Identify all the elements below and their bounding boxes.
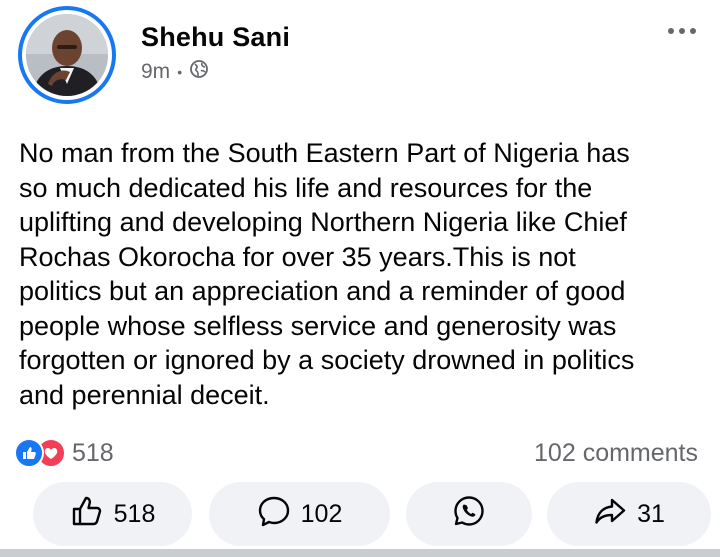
more-options-button[interactable] <box>668 28 696 34</box>
like-button[interactable]: 518 <box>33 482 192 546</box>
comment-bubble-icon <box>257 494 291 535</box>
more-horizontal-icon <box>668 28 674 34</box>
comment-button[interactable]: 102 <box>209 482 390 546</box>
more-dot <box>679 28 685 34</box>
facebook-post: Shehu Sani 9m • No man from the South Ea… <box>0 0 720 557</box>
share-button[interactable]: 31 <box>547 482 711 546</box>
post-actions: 518 102 31 <box>0 482 720 546</box>
whatsapp-icon <box>452 494 486 535</box>
like-count: 518 <box>113 499 156 528</box>
reaction-icons <box>14 438 66 468</box>
share-count: 31 <box>637 499 665 528</box>
like-reaction-icon <box>14 438 44 468</box>
globe-icon <box>189 59 209 85</box>
reactions-summary[interactable]: 518 <box>14 438 114 468</box>
comment-count: 102 <box>300 499 343 528</box>
whatsapp-share-button[interactable] <box>406 482 532 546</box>
post-timestamp[interactable]: 9m <box>141 60 170 84</box>
author-name[interactable]: Shehu Sani <box>141 22 290 53</box>
reaction-count: 518 <box>72 438 114 467</box>
more-dot <box>690 28 696 34</box>
thumbs-up-icon <box>70 494 104 535</box>
share-arrow-icon <box>593 494 627 535</box>
meta-separator: • <box>177 64 183 80</box>
avatar[interactable] <box>18 6 116 104</box>
post-meta: 9m • <box>141 59 209 85</box>
post-text: No man from the South Eastern Part of Ni… <box>19 138 635 410</box>
divider <box>0 549 720 557</box>
profile-photo <box>26 14 108 96</box>
comments-count-link[interactable]: 102 comments <box>534 439 698 468</box>
